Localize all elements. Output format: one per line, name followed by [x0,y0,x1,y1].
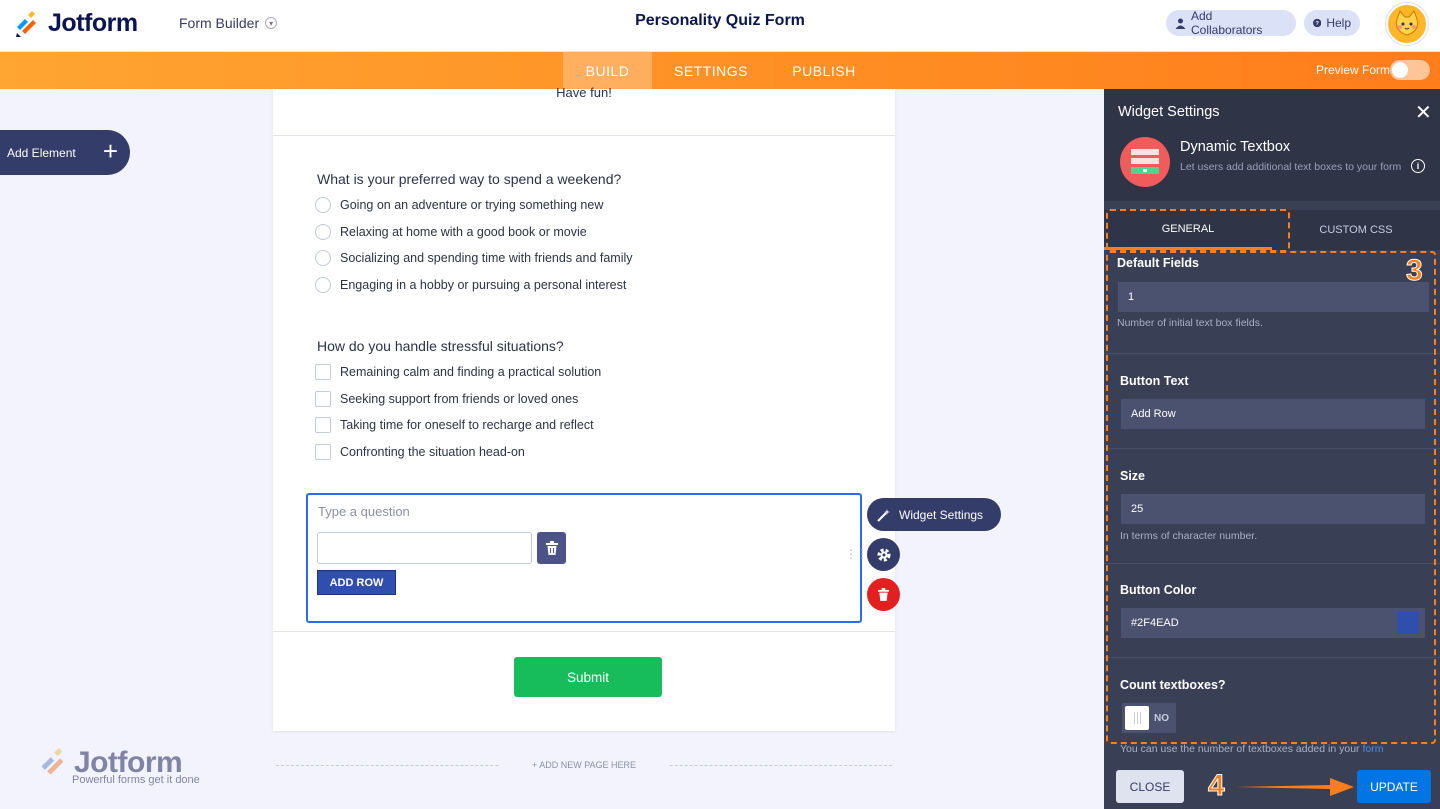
highlight-general-tab [1106,209,1290,252]
arrow-icon [1236,778,1354,796]
close-button[interactable]: CLOSE [1116,770,1184,803]
option-label: Confronting the situation head-on [340,445,525,459]
radio-option[interactable]: Relaxing at home with a good book or mov… [315,223,587,241]
help-icon: ? [1313,18,1322,28]
widget-description: Let users add additional text boxes to y… [1180,161,1402,173]
divider [273,135,895,136]
help-label: Help [1326,16,1351,30]
drag-handle-icon[interactable]: ⋮⋮ [845,548,868,560]
radio-button[interactable] [315,250,331,266]
tab-build[interactable]: BUILD [563,52,652,89]
gear-icon [877,548,890,561]
radio-option[interactable]: Engaging in a hobby or pursuing a person… [315,276,626,294]
intro-text: Have fun! [556,85,612,100]
question-title: How do you handle stressful situations? [317,338,564,354]
jotform-watermark: Jotform Powerful forms get it done [38,746,200,786]
add-collaborators-button[interactable]: Add Collaborators [1166,9,1296,37]
divider [273,631,895,632]
highlight-settings-fields [1106,251,1436,744]
form-canvas: Have fun! What is your preferred way to … [273,85,895,731]
radio-option[interactable]: Going on an adventure or trying somethin… [315,196,603,214]
add-element-label: Add Element [7,145,76,160]
option-label: Seeking support from friends or loved on… [340,392,579,406]
add-element-button[interactable]: Add Element + [0,130,130,175]
info-icon[interactable]: i [1411,159,1425,173]
add-new-page-link[interactable]: + ADD NEW PAGE HERE [500,760,668,770]
logo-text: Jotform [48,9,138,37]
option-label: Taking time for oneself to recharge and … [340,418,594,432]
option-label: Engaging in a hobby or pursuing a person… [340,278,627,292]
preview-form-label: Preview Form [1316,63,1391,77]
close-icon[interactable]: ✕ [1415,100,1432,125]
jotform-logo-icon [41,748,64,775]
checkbox[interactable] [315,417,331,433]
checkbox-option[interactable]: Confronting the situation head-on [315,443,525,461]
radio-button[interactable] [315,277,331,293]
watermark-tagline: Powerful forms get it done [72,774,200,786]
form-link[interactable]: form [1362,743,1383,755]
widget-settings-label: Widget Settings [899,507,984,522]
checkbox-option[interactable]: Seeking support from friends or loved on… [315,390,578,408]
field-properties-button[interactable] [867,538,900,571]
checkbox-option[interactable]: Remaining calm and finding a practical s… [315,363,601,381]
trash-icon [878,588,889,601]
user-icon [1175,18,1186,29]
count-textboxes-help: You can use the number of textboxes adde… [1120,743,1383,755]
option-label: Going on an adventure or trying somethin… [340,198,604,212]
panel-header: Widget Settings ✕ [1104,89,1440,137]
delete-field-button[interactable] [867,578,900,611]
question-placeholder[interactable]: Type a question [318,504,410,519]
magic-wand-icon [877,508,890,522]
tab-settings[interactable]: SETTINGS [664,52,758,89]
trash-icon [545,541,558,555]
plus-icon: + [102,136,118,166]
nav-bar: BUILD SETTINGS PUBLISH Preview Form [0,52,1440,89]
form-builder-dropdown[interactable]: Form Builder ▾ [179,15,278,31]
add-row-button[interactable]: ADD ROW [317,570,396,595]
question-title: What is your preferred way to spend a we… [317,171,622,187]
form-builder-label: Form Builder [179,15,260,31]
help-text: You can use the number of textboxes adde… [1120,743,1360,755]
dynamic-text-input[interactable] [317,532,532,564]
option-label: Remaining calm and finding a practical s… [340,365,602,379]
update-button[interactable]: UPDATE [1357,770,1431,803]
checkbox[interactable] [315,364,331,380]
tab-publish[interactable]: PUBLISH [780,52,868,89]
add-collaborators-label: Add Collaborators [1191,9,1263,37]
preview-form-toggle[interactable] [1390,60,1430,80]
option-label: Relaxing at home with a good book or mov… [340,225,587,239]
chevron-down-icon: ▾ [265,17,278,29]
widget-settings-button[interactable]: Widget Settings [867,498,1001,531]
checkbox[interactable] [315,391,331,407]
jotform-logo-icon [16,10,36,37]
widget-info: Dynamic Textbox Let users add additional… [1104,137,1440,201]
panel-title: Widget Settings [1118,104,1220,120]
step-number-3: 3 [1406,254,1424,288]
dynamic-textbox-icon [1120,137,1170,187]
tab-custom-css[interactable]: CUSTOM CSS [1272,210,1440,250]
delete-row-button[interactable] [537,532,566,564]
dynamic-textbox-widget[interactable]: Type a question ADD ROW ⋮⋮ [306,493,868,623]
step-number-4: 4 [1208,769,1226,803]
radio-option[interactable]: Socializing and spending time with frien… [315,249,633,267]
help-button[interactable]: ? Help [1304,10,1360,36]
widget-name: Dynamic Textbox [1180,139,1291,155]
cat-avatar-icon [1396,10,1418,36]
top-bar: Jotform Form Builder ▾ Personality Quiz … [0,0,1440,52]
radio-button[interactable] [315,197,331,213]
checkbox-option[interactable]: Taking time for oneself to recharge and … [315,416,594,434]
user-avatar[interactable] [1386,3,1428,45]
radio-button[interactable] [315,224,331,240]
option-label: Socializing and spending time with frien… [340,251,633,265]
jotform-logo[interactable]: Jotform [14,9,138,38]
submit-button[interactable]: Submit [514,657,662,697]
checkbox[interactable] [315,444,331,460]
toggle-knob [1392,62,1408,78]
